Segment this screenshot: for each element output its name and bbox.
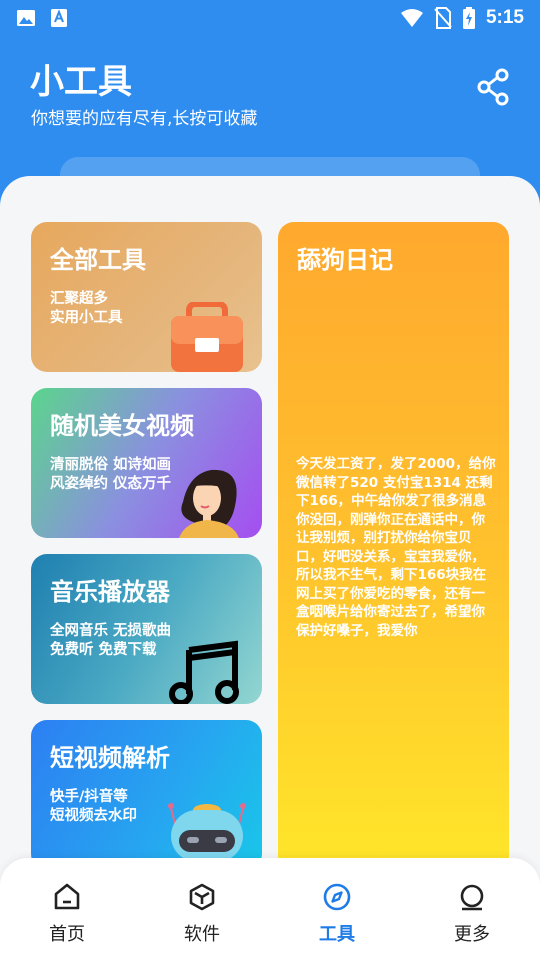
no-sim-icon [434,7,452,29]
card-all-tools[interactable]: 全部工具 汇聚超多 实用小工具 [31,222,262,372]
cube-icon [189,883,215,911]
nav-label: 软件 [184,924,220,945]
font-download-icon [51,9,67,27]
card-random-video[interactable]: 随机美女视频 清丽脱俗 如诗如画 风姿绰约 仪态万千 [31,388,262,538]
compass-icon [323,883,351,911]
nav-label: 更多 [454,924,490,945]
toolbox-icon [171,302,243,372]
card-desc: 清丽脱俗 如诗如画 风姿绰约 仪态万千 [50,457,172,492]
wifi-icon [400,9,423,27]
home-icon [54,883,80,910]
card-title: 音乐播放器 [50,578,170,606]
page-subtitle: 你想要的应有尽有,长按可收藏 [31,109,258,129]
card-desc: 全网音乐 无损歌曲 免费听 免费下载 [50,623,172,658]
card-music-player[interactable]: 音乐播放器 全网音乐 无损歌曲 免费听 免费下载 [31,554,262,704]
card-title: 短视频解析 [50,744,170,772]
card-desc: 汇聚超多 实用小工具 [50,291,123,326]
nav-item-software[interactable]: 软件 [152,882,252,952]
clock-time: 5:15 [485,7,524,28]
battery-charging-icon [462,7,475,29]
more-icon [460,884,484,911]
nav-item-more[interactable]: 更多 [422,882,522,952]
music-note-icon [169,640,239,704]
nav-label: 首页 [49,924,85,945]
status-bar: 5:15 [0,0,540,36]
bottom-nav: 首页 软件 工具 更多 [0,858,540,960]
nav-item-home[interactable]: 首页 [17,882,117,952]
share-icon[interactable] [476,68,510,106]
card-video-parse[interactable]: 短视频解析 快手/抖音等 短视频去水印 [31,720,262,870]
card-title: 随机美女视频 [50,412,194,440]
card-title: 舔狗日记 [297,246,393,274]
girl-illustration [179,469,239,538]
nav-label: 工具 [319,924,355,945]
card-desc: 快手/抖音等 短视频去水印 [50,789,137,824]
card-title: 全部工具 [50,246,146,274]
nav-item-tools[interactable]: 工具 [287,882,387,952]
page-title: 小工具 [30,62,132,102]
image-icon [17,10,35,26]
diary-text: 今天发工资了，发了2000，给你微信转了520 支付宝1314 还剩下166，中… [296,456,496,639]
card-diary[interactable]: 舔狗日记 今天发工资了，发了2000，给你微信转了520 支付宝1314 还剩下… [278,222,509,872]
robot-icon [168,803,246,862]
